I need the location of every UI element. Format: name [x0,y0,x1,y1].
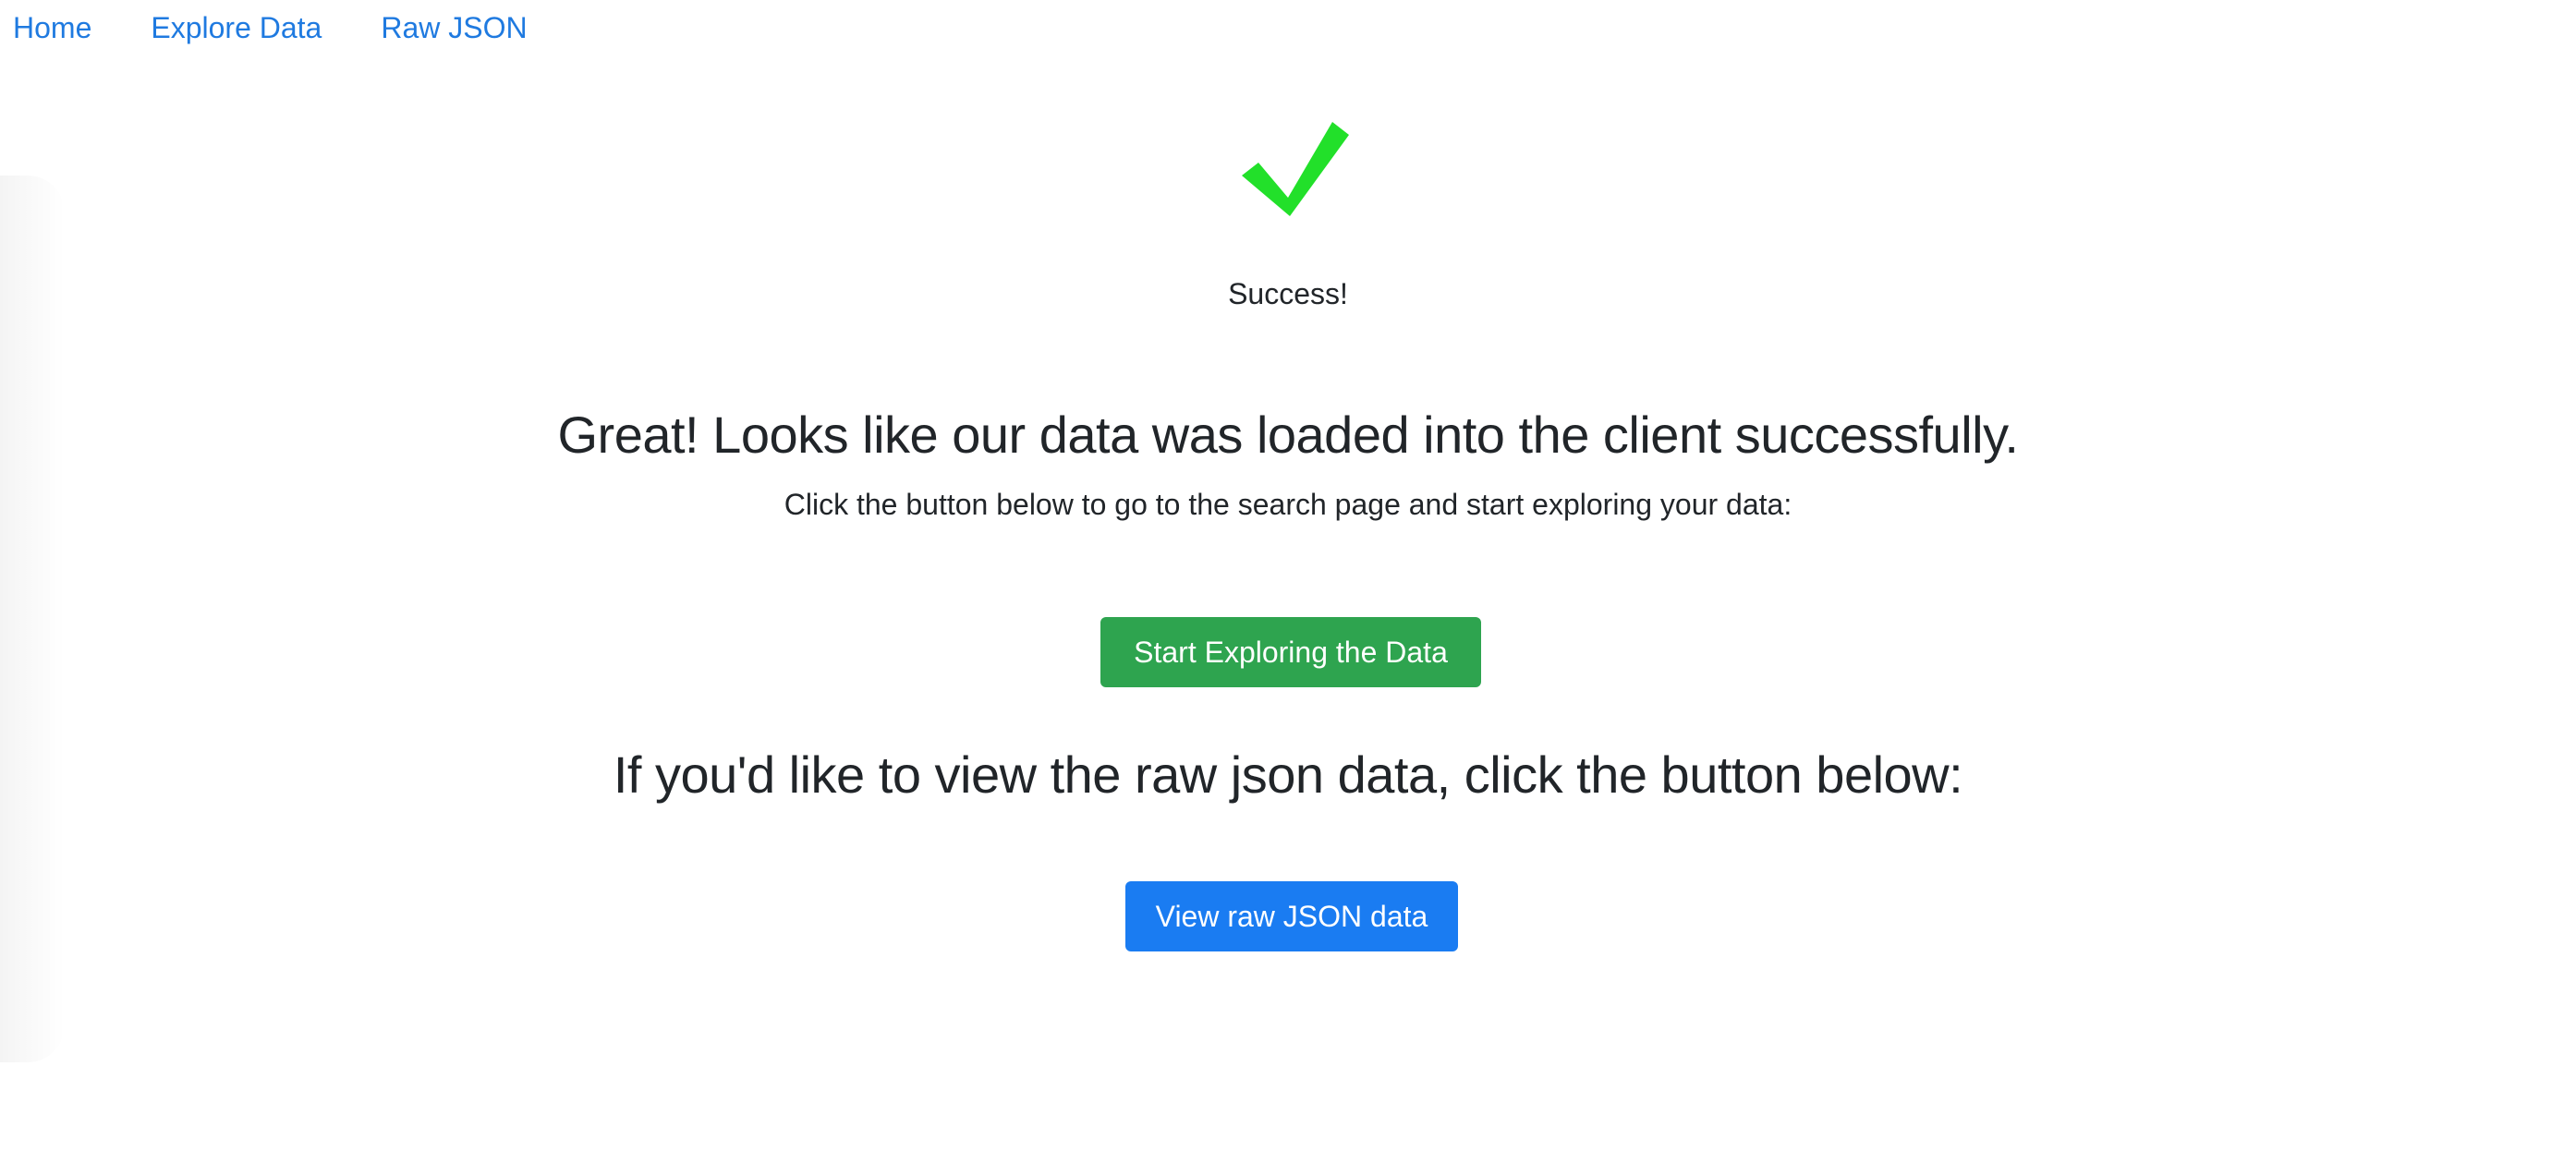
start-exploring-button[interactable]: Start Exploring the Data [1100,617,1481,687]
view-raw-json-button[interactable]: View raw JSON data [1125,881,1458,951]
raw-json-heading: If you'd like to view the raw json data,… [613,745,1963,804]
checkmark-icon [1240,118,1351,220]
success-message: Success! [1228,277,1348,310]
page: Home Explore Data Raw JSON Success! Grea… [0,0,2576,1151]
instruction-text: Click the button below to go to the sear… [784,488,1792,521]
page-title: Great! Looks like our data was loaded in… [557,406,2019,464]
nav-link-raw-json[interactable]: Raw JSON [381,11,527,45]
nav-link-home[interactable]: Home [13,11,91,45]
nav-link-explore-data[interactable]: Explore Data [151,11,322,45]
top-nav: Home Explore Data Raw JSON [13,6,587,50]
